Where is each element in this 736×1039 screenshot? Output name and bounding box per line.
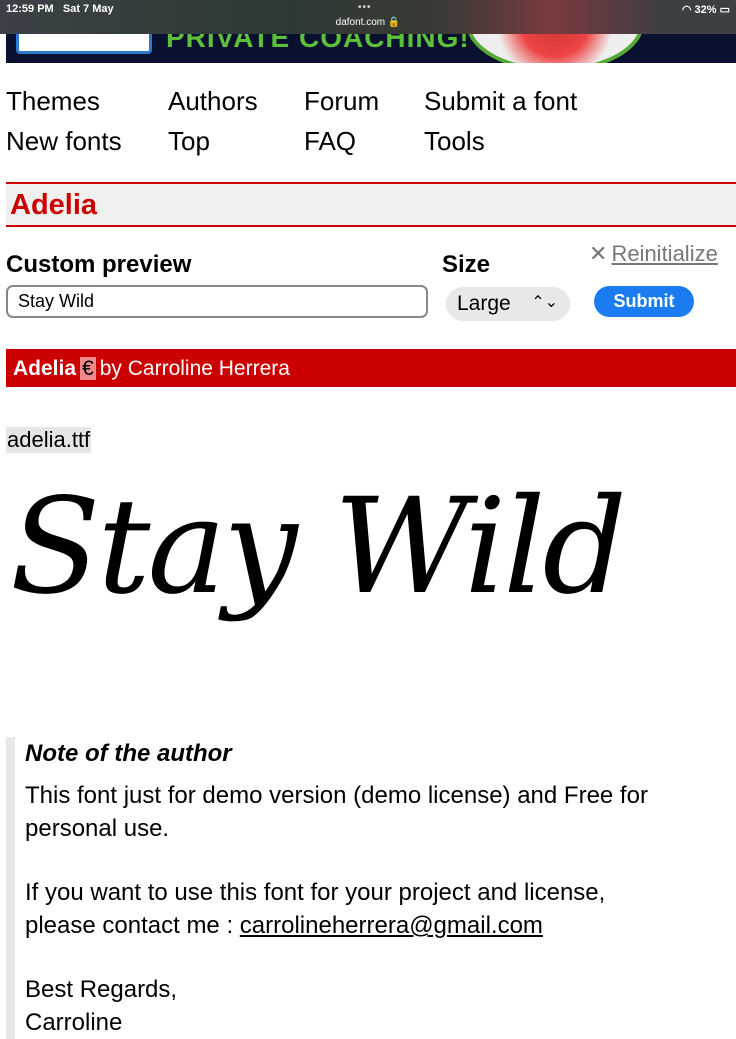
size-label: Size (442, 251, 491, 278)
ad-logo (16, 34, 152, 54)
chevron-updown-icon: ⌃⌄ (531, 294, 558, 311)
ad-text: PRIVATE COACHING! (166, 34, 470, 53)
status-time: 12:59 PM Sat 7 May (6, 3, 114, 15)
main-nav: Themes Authors Forum Submit a font New f… (6, 86, 726, 166)
custom-preview-input[interactable] (6, 285, 428, 318)
ad-banner[interactable]: PRIVATE COACHING! (6, 34, 736, 63)
note-text: This font just for demo version (demo li… (25, 782, 648, 842)
nav-authors[interactable]: Authors (168, 86, 258, 117)
font-header: Adelia (6, 182, 736, 227)
nav-top[interactable]: Top (168, 126, 210, 157)
nav-themes[interactable]: Themes (6, 86, 100, 117)
font-info-bar: Adelia € by Carroline Herrera (6, 349, 736, 387)
font-name-link[interactable]: Adelia (13, 357, 76, 380)
author-note: Note of the author This font just for de… (6, 737, 726, 1039)
note-text: Best Regards, (25, 976, 178, 1003)
more-icon[interactable]: ••• (358, 2, 372, 13)
reinitialize-link[interactable]: ✕ Reinitialize (589, 241, 718, 267)
nav-new-fonts[interactable]: New fonts (6, 126, 122, 157)
submit-button[interactable]: Submit (594, 286, 694, 317)
font-preview: Stay Wild (10, 470, 627, 624)
email-link[interactable]: carrolineherrera@gmail.com (240, 912, 543, 939)
size-select[interactable]: Large ⌃⌄ (446, 287, 570, 321)
commercial-badge: € (80, 357, 96, 380)
author-link[interactable]: by Carroline Herrera (100, 357, 290, 380)
file-name: adelia.ttf (6, 427, 92, 453)
nav-forum[interactable]: Forum (304, 86, 379, 117)
nav-faq[interactable]: FAQ (304, 126, 356, 157)
url-bar[interactable]: dafont.com 🔒 (0, 17, 736, 28)
battery-indicator: ◠ 32% ▭ (681, 4, 730, 16)
status-bar: 12:59 PM Sat 7 May ••• dafont.com 🔒 ◠ 32… (0, 0, 736, 34)
nav-submit-font[interactable]: Submit a font (424, 86, 577, 117)
ad-image (466, 34, 644, 63)
page-title: Adelia (10, 189, 98, 221)
note-contact: please contact me : carrolineherrera@gma… (25, 912, 543, 939)
close-icon: ✕ (589, 241, 608, 266)
custom-preview-label: Custom preview (6, 251, 192, 278)
nav-tools[interactable]: Tools (424, 126, 485, 157)
note-text: Carroline (25, 1009, 123, 1036)
note-text: If you want to use this font for your pr… (25, 879, 606, 906)
note-title: Note of the author (25, 740, 232, 767)
wifi-icon: ◠ (681, 4, 692, 16)
